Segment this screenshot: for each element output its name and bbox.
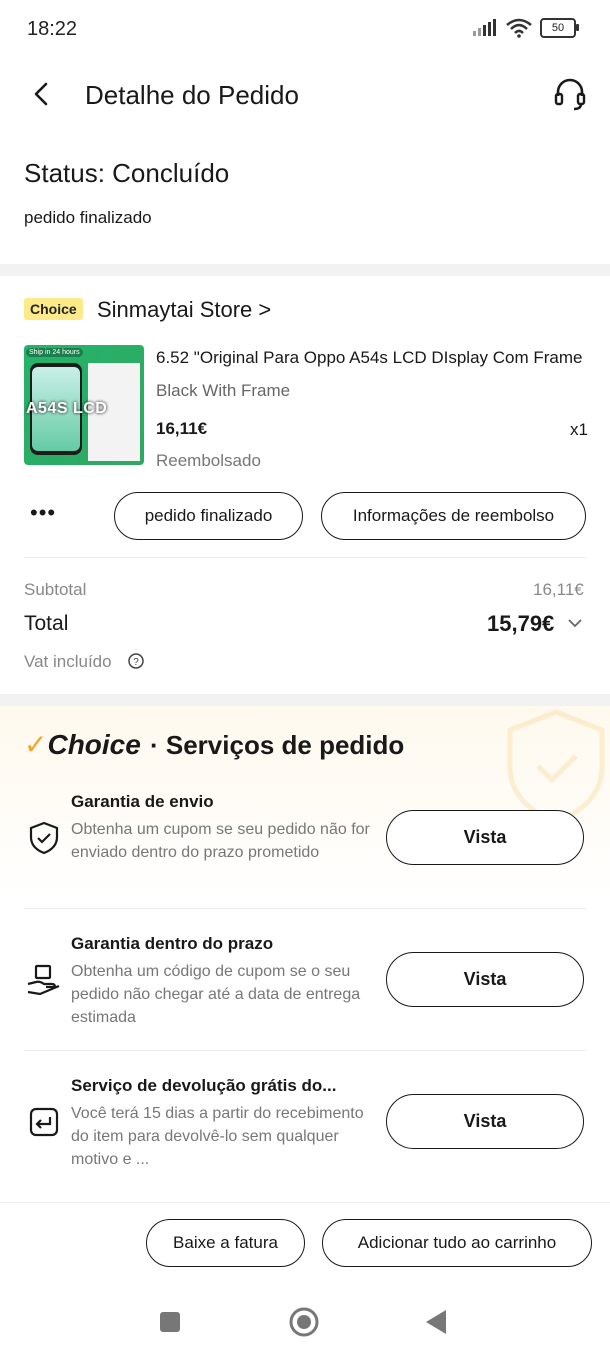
status-bar: 18:22 50 xyxy=(0,0,610,60)
product-title[interactable]: 6.52 "Original Para Oppo A54s LCD DIspla… xyxy=(156,348,586,368)
product-price: 16,11€ xyxy=(156,419,208,438)
service-view-button[interactable]: Vista xyxy=(386,952,584,1007)
divider xyxy=(24,557,586,558)
download-invoice-button[interactable]: Baixe a fatura xyxy=(146,1219,305,1267)
service-title: Serviço de devolução grátis do... xyxy=(71,1076,337,1095)
order-status-subtitle: pedido finalizado xyxy=(24,208,152,227)
more-options-button[interactable]: ••• xyxy=(30,500,56,526)
system-nav-bar xyxy=(0,1290,610,1356)
service-description: Você terá 15 dias a partir do recebiment… xyxy=(71,1105,364,1168)
product-status: Reembolsado xyxy=(156,451,261,470)
product-variant: Black With Frame xyxy=(156,381,291,400)
choice-logo: ✓Choice xyxy=(24,728,141,761)
product-thumbnail[interactable]: Ship in 24 hours A54S LCD xyxy=(24,345,144,465)
svg-text:?: ? xyxy=(133,657,139,668)
section-divider xyxy=(0,264,610,276)
choice-check-icon: ✓ xyxy=(24,729,48,760)
home-icon[interactable] xyxy=(288,1306,320,1338)
hand-package-icon xyxy=(27,964,60,996)
divider xyxy=(24,908,586,909)
status-time: 18:22 xyxy=(27,18,78,40)
shield-check-icon xyxy=(29,821,59,855)
back-arrow-icon[interactable] xyxy=(28,80,56,108)
total-label: Total xyxy=(24,612,69,635)
battery-icon: 50 xyxy=(540,18,579,38)
choice-badge: Choice xyxy=(24,298,83,320)
store-link[interactable]: Sinmaytai Store > xyxy=(97,297,271,323)
thumb-ship-label: Ship in 24 hours xyxy=(26,348,83,357)
section-divider xyxy=(0,694,610,706)
finalized-button[interactable]: pedido finalizado xyxy=(114,492,303,540)
service-description: Obtenha um cupom se seu pedido não for e… xyxy=(71,821,370,861)
help-icon[interactable]: ? xyxy=(127,652,145,670)
product-quantity: x1 xyxy=(570,420,588,439)
back-nav-icon[interactable] xyxy=(424,1308,448,1336)
service-view-button[interactable]: Vista xyxy=(386,810,584,865)
order-status-title: Status: Concluído xyxy=(24,158,230,188)
divider xyxy=(24,1050,586,1051)
wifi-icon xyxy=(506,18,532,38)
vat-label: Vat incluído xyxy=(24,652,112,671)
status-icons: 50 xyxy=(472,18,579,38)
total-value[interactable]: 15,79€ xyxy=(487,611,554,637)
recent-apps-icon[interactable] xyxy=(158,1310,182,1334)
battery-level: 50 xyxy=(551,22,565,34)
subtotal-label: Subtotal xyxy=(24,580,87,599)
signal-icon xyxy=(473,19,496,36)
services-heading: · Serviços de pedido xyxy=(150,730,405,760)
page-title: Detalhe do Pedido xyxy=(85,80,299,110)
subtotal-value: 16,11€ xyxy=(533,580,584,599)
service-view-button[interactable]: Vista xyxy=(386,1094,584,1149)
choice-logo-text: Choice xyxy=(47,729,141,760)
shield-watermark-icon xyxy=(507,709,605,825)
service-description: Obtenha um código de cupom se o seu pedi… xyxy=(71,963,361,1026)
headset-icon[interactable] xyxy=(552,76,588,112)
return-icon xyxy=(29,1107,59,1137)
add-all-to-cart-button[interactable]: Adicionar tudo ao carrinho xyxy=(322,1219,592,1267)
service-title: Garantia de envio xyxy=(71,792,214,811)
refund-info-button[interactable]: Informações de reembolso xyxy=(321,492,586,540)
thumb-model-label: A54S LCD xyxy=(26,400,108,417)
service-title: Garantia dentro do prazo xyxy=(71,934,274,953)
chevron-down-icon[interactable] xyxy=(566,616,584,630)
